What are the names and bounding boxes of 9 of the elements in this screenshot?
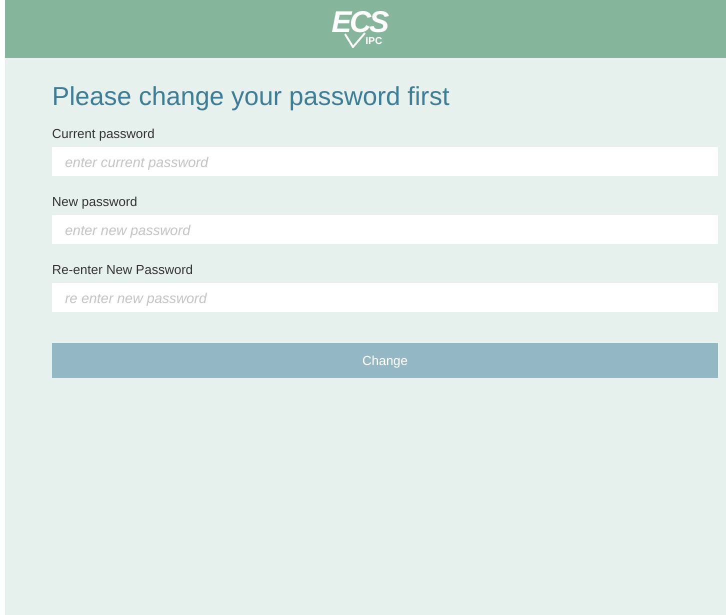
field-label: New password [52, 194, 138, 210]
password-field[interactable]: re enter new password [52, 283, 718, 312]
page-title: Please change your password first [52, 80, 450, 112]
password-field[interactable]: enter current password [52, 147, 718, 176]
password-field[interactable]: enter new password [52, 215, 718, 244]
field-label: Re-enter New Password [52, 262, 194, 278]
field-label: Current password [52, 126, 156, 142]
check-icon [344, 32, 366, 48]
logo: ECS IPC [330, 6, 389, 50]
